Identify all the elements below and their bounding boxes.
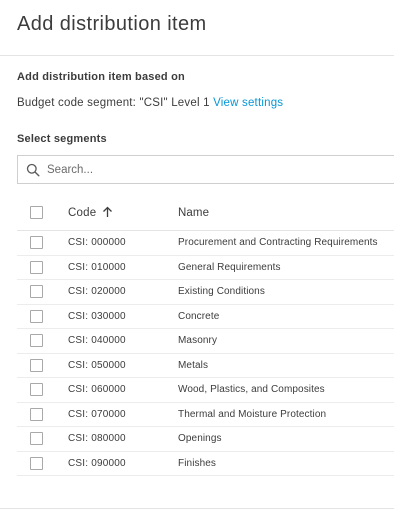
table-body: CSI: 000000 Procurement and Contracting R… (17, 231, 394, 476)
code-column-header[interactable]: Code (68, 206, 178, 220)
table-row[interactable]: CSI: 030000 Concrete (17, 305, 394, 329)
basis-label: Add distribution item based on (17, 71, 185, 83)
dialog-header: Add distribution item (0, 0, 394, 56)
row-checkbox[interactable] (30, 432, 43, 446)
row-checkbox[interactable] (30, 407, 43, 421)
row-code: CSI: 090000 (68, 457, 126, 469)
row-checkbox[interactable] (30, 334, 43, 348)
row-name: Procurement and Contracting Requirements (178, 237, 378, 249)
row-checkbox[interactable] (30, 260, 43, 274)
table-row[interactable]: CSI: 040000 Masonry (17, 329, 394, 354)
row-checkbox[interactable] (30, 285, 43, 299)
footer-divider (0, 508, 394, 509)
row-name: Thermal and Moisture Protection (178, 408, 327, 420)
table-row[interactable]: CSI: 010000 General Requirements (17, 256, 394, 280)
table-row[interactable]: CSI: 060000 Wood, Plastics, and Composite… (17, 378, 394, 403)
dialog-body: Add distribution item based on Budget co… (0, 56, 394, 476)
row-code: CSI: 050000 (68, 359, 126, 371)
table-row[interactable]: CSI: 050000 Metals (17, 354, 394, 378)
row-name: Finishes (178, 457, 217, 469)
row-checkbox[interactable] (30, 456, 43, 470)
row-code: CSI: 010000 (68, 261, 126, 273)
budget-code-text: Budget code segment: "CSI" Level 1 (17, 97, 210, 109)
row-checkbox[interactable] (30, 383, 43, 397)
code-column-label: Code (68, 206, 97, 219)
row-name: Concrete (178, 310, 220, 322)
table-row[interactable]: CSI: 080000 Openings (17, 427, 394, 452)
select-all-checkbox[interactable] (30, 206, 43, 219)
row-code: CSI: 040000 (68, 335, 126, 347)
segments-table: Code Name CSI: 000000 Procurement and Con… (17, 195, 394, 476)
row-code: CSI: 080000 (68, 433, 126, 445)
row-code: CSI: 000000 (68, 237, 126, 249)
row-checkbox[interactable] (30, 358, 43, 372)
row-code: CSI: 060000 (68, 384, 126, 396)
table-row[interactable]: CSI: 090000 Finishes (17, 452, 394, 476)
budget-code-line: Budget code segment: "CSI" Level 1 View … (17, 97, 394, 109)
row-name: Wood, Plastics, and Composites (178, 384, 325, 396)
row-code: CSI: 020000 (68, 286, 126, 298)
search-icon (26, 163, 40, 177)
row-name: Metals (178, 359, 209, 371)
view-settings-link[interactable]: View settings (213, 97, 283, 109)
row-name: General Requirements (178, 261, 281, 273)
row-name: Existing Conditions (178, 286, 265, 298)
table-row[interactable]: CSI: 020000 Existing Conditions (17, 280, 394, 305)
row-name: Openings (178, 433, 222, 445)
dialog-title: Add distribution item (17, 13, 207, 35)
row-code: CSI: 030000 (68, 310, 126, 322)
search-input[interactable] (47, 163, 347, 176)
table-row[interactable]: CSI: 000000 Procurement and Contracting R… (17, 231, 394, 256)
table-row[interactable]: CSI: 070000 Thermal and Moisture Protecti… (17, 403, 394, 427)
row-checkbox[interactable] (30, 309, 43, 323)
row-code: CSI: 070000 (68, 408, 126, 420)
row-checkbox[interactable] (30, 236, 43, 250)
select-segments-label: Select segments (17, 133, 107, 145)
row-name: Masonry (178, 335, 218, 347)
search-box[interactable] (17, 155, 394, 184)
arrow-up-icon (102, 206, 113, 220)
name-column-header[interactable]: Name (178, 207, 394, 219)
table-header: Code Name (17, 195, 394, 231)
